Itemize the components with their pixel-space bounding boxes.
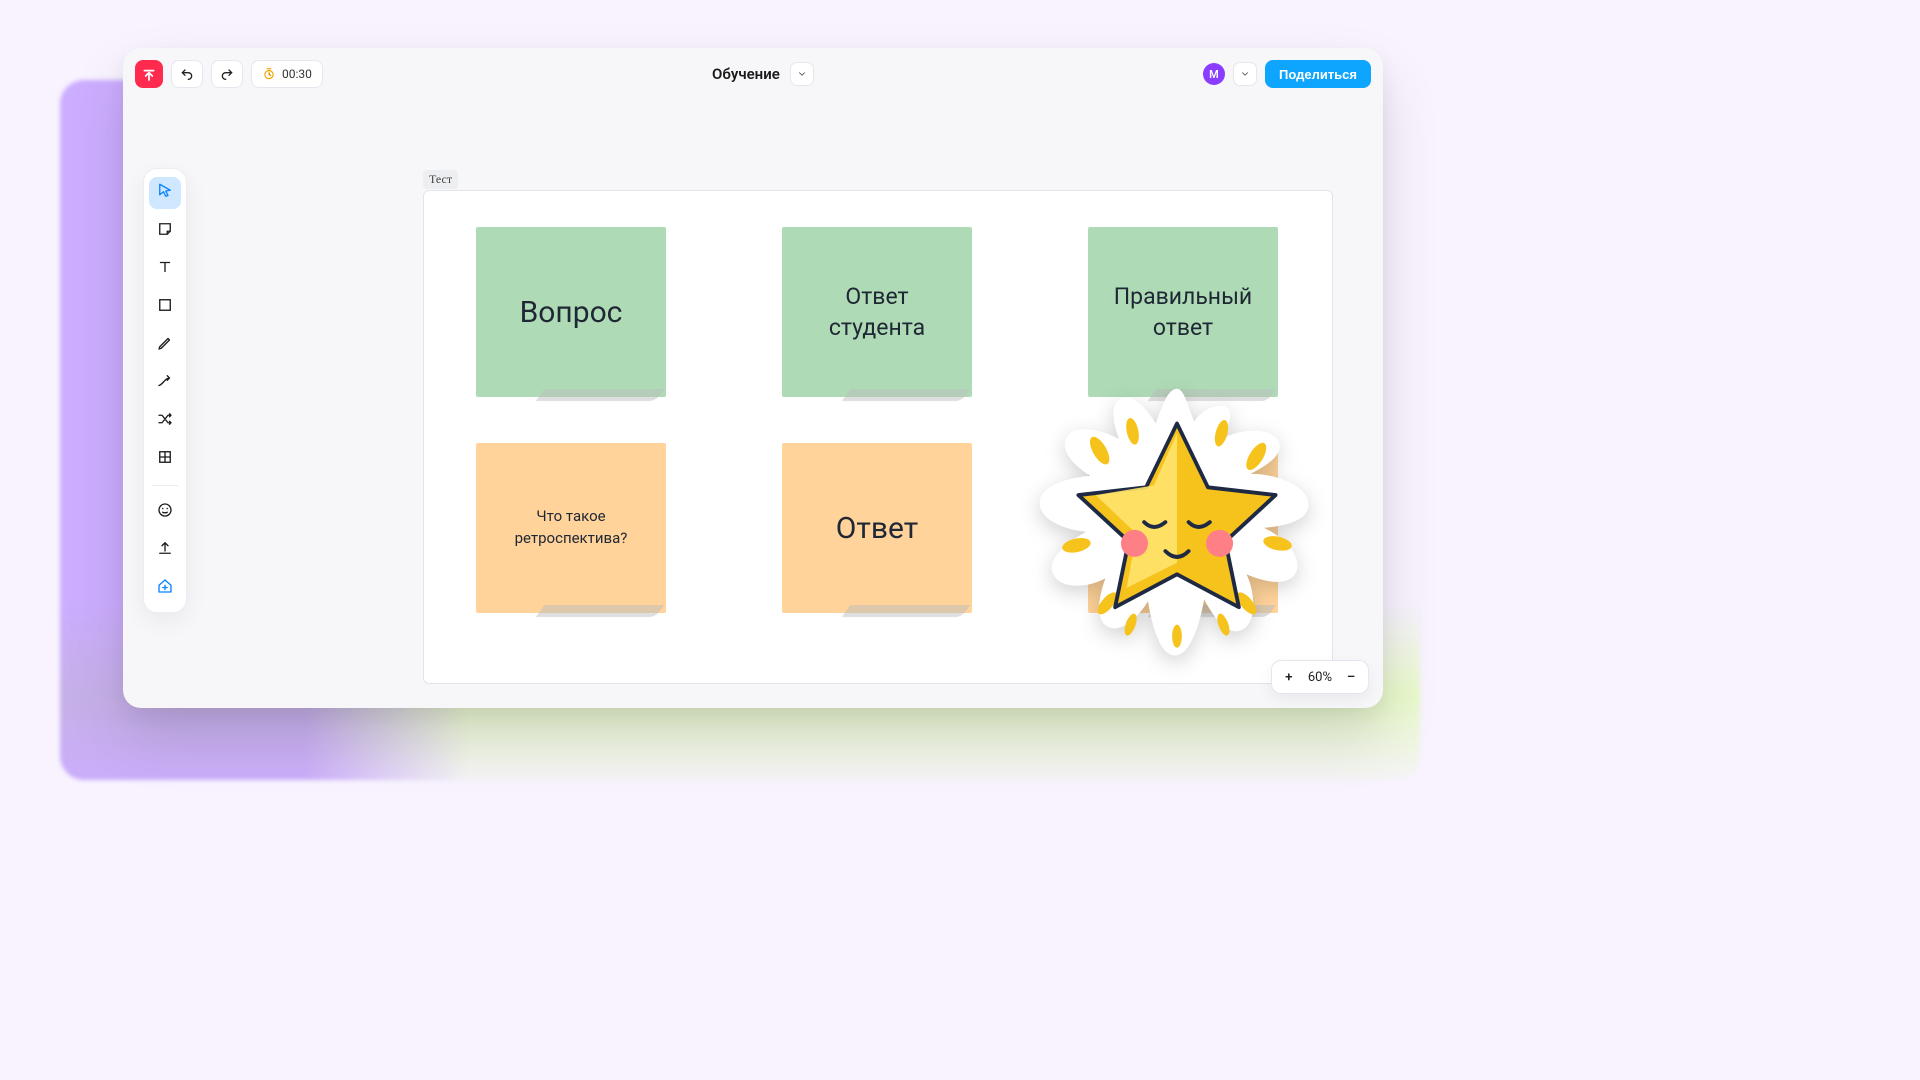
- table-tool[interactable]: [149, 443, 181, 475]
- app-logo[interactable]: [135, 60, 163, 88]
- zoom-control: + 60% –: [1271, 660, 1369, 694]
- sticky-note-curl: [536, 389, 664, 401]
- connector-tool[interactable]: [149, 367, 181, 399]
- select-tool[interactable]: [149, 177, 181, 209]
- share-button[interactable]: Поделиться: [1265, 60, 1371, 88]
- pen-tool[interactable]: [149, 329, 181, 361]
- sticky-note-curl: [536, 605, 664, 617]
- zoom-level[interactable]: 60%: [1308, 670, 1332, 685]
- sticky-note[interactable]: Вопрос: [476, 227, 666, 397]
- sticky-note-text: Правильный ответ: [1102, 281, 1264, 343]
- square-icon: [156, 296, 174, 318]
- sticky-note-text: Ответ: [836, 511, 918, 546]
- shuffle-icon: [156, 410, 174, 432]
- sticky-note[interactable]: Что такое ретроспектива?: [476, 443, 666, 613]
- sticky-note-curl: [842, 605, 970, 617]
- arrow-icon: [156, 372, 174, 394]
- sticky-note-text: Ответ студента: [796, 281, 958, 343]
- frame-label[interactable]: Тест: [423, 170, 458, 189]
- pen-icon: [156, 334, 174, 356]
- timer-value: 00:30: [282, 67, 312, 81]
- sticky-note-tool[interactable]: [149, 215, 181, 247]
- star-sticker[interactable]: [1032, 381, 1322, 671]
- user-avatar[interactable]: M: [1203, 63, 1225, 85]
- sticky-note[interactable]: Ответ: [782, 443, 972, 613]
- board-title[interactable]: Обучение: [712, 65, 780, 83]
- house-plus-icon: [156, 577, 174, 599]
- avatar-initial: M: [1209, 68, 1219, 81]
- sticky-note[interactable]: Ответ студента: [782, 227, 972, 397]
- face-icon: [156, 501, 174, 523]
- shape-tool[interactable]: [149, 291, 181, 323]
- user-menu[interactable]: [1233, 62, 1257, 86]
- board-title-menu[interactable]: [790, 62, 814, 86]
- zoom-in-button[interactable]: +: [1282, 670, 1296, 685]
- grid-icon: [156, 448, 174, 470]
- sticky-icon: [156, 220, 174, 242]
- sticky-note-text: Вопрос: [520, 295, 623, 330]
- app-window: 00:30 Обучение M Поделиться Тест Ответ Чт…: [123, 48, 1383, 708]
- sticky-note-text: Что такое ретроспектива?: [490, 506, 652, 550]
- sticky-note[interactable]: Правильный ответ: [1088, 227, 1278, 397]
- top-bar: 00:30 Обучение M Поделиться: [135, 56, 1371, 92]
- zoom-out-button[interactable]: –: [1344, 670, 1358, 685]
- add-tool[interactable]: [149, 572, 181, 604]
- timer-control[interactable]: 00:30: [251, 60, 323, 88]
- shuffle-tool[interactable]: [149, 405, 181, 437]
- canvas-frame[interactable]: Ответ Что такое ретроспектива? Правильный …: [423, 190, 1333, 684]
- upload-icon: [156, 539, 174, 561]
- sticky-note-curl: [842, 389, 970, 401]
- cursor-icon: [156, 182, 174, 204]
- left-toolbar: [143, 168, 187, 613]
- emoji-tool[interactable]: [149, 496, 181, 528]
- text-tool[interactable]: [149, 253, 181, 285]
- text-icon: [156, 258, 174, 280]
- toolbar-separator: [152, 485, 178, 486]
- export-tool[interactable]: [149, 534, 181, 566]
- redo-button[interactable]: [211, 60, 243, 88]
- undo-button[interactable]: [171, 60, 203, 88]
